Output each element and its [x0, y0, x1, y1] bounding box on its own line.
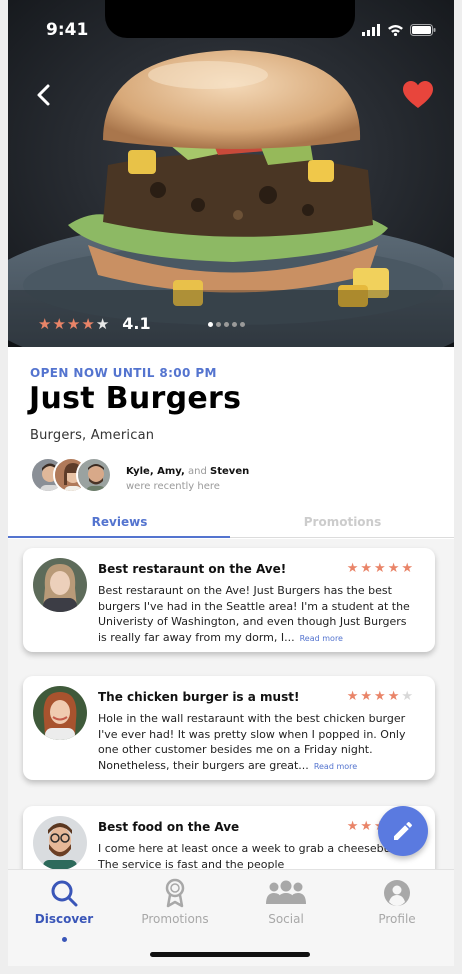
pager-dot[interactable]: [216, 322, 221, 327]
active-tab-indicator: [8, 536, 230, 538]
friends-subtitle: were recently here: [126, 481, 220, 492]
review-body: Best restaraunt on the Ave! Just Burgers…: [98, 583, 418, 646]
hero-image[interactable]: 9:41 ★★★★★ 4.1: [8, 0, 454, 347]
write-review-button[interactable]: [378, 806, 428, 856]
nav-label: Profile: [378, 912, 416, 926]
pencil-icon: [394, 822, 412, 840]
star-filled-icon: ★: [374, 689, 388, 704]
restaurant-name: Just Burgers: [29, 381, 242, 416]
star-empty-icon: ★: [95, 314, 111, 333]
battery-icon: [410, 24, 436, 36]
review-stars: ★★★★★: [347, 689, 415, 704]
friend-names: Kyle, Amy,: [126, 466, 185, 477]
phone-screen: 9:41 ★★★★★ 4.1 OPEN NOW UNTIL 8:00 PM Ju…: [8, 0, 454, 966]
review-text: Hole in the wall restaraunt with the bes…: [98, 712, 406, 772]
star-filled-icon: ★: [374, 561, 388, 576]
star-filled-icon: ★: [52, 314, 67, 333]
pager-dot[interactable]: [208, 322, 213, 327]
star-filled-icon: ★: [360, 561, 375, 576]
open-status: OPEN NOW UNTIL 8:00 PM: [30, 366, 217, 380]
back-button[interactable]: [30, 80, 58, 110]
nav-discover[interactable]: Discover: [8, 878, 120, 926]
rating-value: 4.1: [122, 314, 151, 333]
review-title: Best restaraunt on the Ave!: [98, 562, 287, 576]
people-icon: [266, 880, 306, 904]
star-filled-icon: ★: [81, 314, 96, 333]
hero-rating: ★★★★★ 4.1: [38, 314, 151, 333]
favorite-button[interactable]: [402, 80, 434, 110]
friend-avatars[interactable]: [30, 457, 112, 493]
pager-dot[interactable]: [224, 322, 229, 327]
nav-social[interactable]: Social: [230, 878, 342, 926]
image-pager-dots[interactable]: [208, 322, 245, 327]
review-title: The chicken burger is a must!: [98, 690, 300, 704]
search-icon: [51, 880, 78, 907]
pager-dot[interactable]: [240, 322, 245, 327]
friends-visited: Kyle, Amy, and Steven were recently here: [126, 464, 249, 494]
chevron-left-icon: [37, 84, 50, 106]
home-indicator[interactable]: [150, 952, 310, 957]
burger-photo: [8, 0, 454, 347]
wifi-icon: [388, 25, 403, 36]
nav-profile[interactable]: Profile: [341, 878, 453, 926]
tab-reviews[interactable]: Reviews: [8, 515, 231, 529]
avatar: [76, 457, 112, 493]
reviewer-avatar: [33, 558, 87, 612]
user-icon: [384, 880, 410, 906]
star-filled-icon: ★: [387, 689, 402, 704]
read-more-link[interactable]: Read more: [314, 762, 357, 771]
star-filled-icon: ★: [66, 314, 82, 333]
review-card[interactable]: Best food on the Ave ★★★★★ I come here a…: [23, 806, 435, 869]
review-card[interactable]: The chicken burger is a must! ★★★★★ Hole…: [23, 676, 435, 780]
review-title: Best food on the Ave: [98, 820, 240, 834]
tab-promotions[interactable]: Promotions: [231, 515, 454, 529]
review-card[interactable]: Best restaraunt on the Ave! ★★★★★ Best r…: [23, 548, 435, 652]
tab-bar: Reviews Promotions: [8, 508, 454, 538]
cuisine-label: Burgers, American: [30, 428, 155, 443]
signal-icon: [362, 24, 380, 36]
nav-promotions[interactable]: Promotions: [119, 878, 231, 926]
star-filled-icon: ★: [346, 561, 361, 576]
review-stars: ★★★★★: [347, 561, 415, 576]
review-text: Best restaraunt on the Ave! Just Burgers…: [98, 584, 410, 644]
review-text: I come here at least once a week to grab…: [98, 842, 416, 869]
reviewer-avatar: [33, 816, 87, 869]
reviewer-avatar: [33, 686, 87, 740]
pager-dot[interactable]: [232, 322, 237, 327]
heart-icon: [403, 81, 433, 108]
star-empty-icon: ★: [401, 689, 415, 704]
nav-label: Discover: [34, 912, 94, 926]
nav-label: Promotions: [141, 912, 209, 926]
status-time: 9:41: [46, 20, 89, 40]
star-filled-icon: ★: [387, 561, 402, 576]
read-more-link[interactable]: Read more: [300, 634, 343, 643]
status-icons: [362, 24, 436, 36]
and-word: and: [188, 466, 207, 477]
star-filled-icon: ★: [346, 689, 361, 704]
star-filled-icon: ★: [38, 314, 53, 333]
active-nav-dot: [62, 937, 67, 942]
star-filled-icon: ★: [346, 819, 361, 834]
star-filled-icon: ★: [401, 561, 415, 576]
star-filled-icon: ★: [360, 689, 375, 704]
award-icon: [165, 878, 185, 908]
nav-label: Social: [268, 912, 304, 926]
star-filled-icon: ★: [360, 819, 375, 834]
review-body: Hole in the wall restaraunt with the bes…: [98, 711, 418, 774]
rating-stars: ★★★★★: [38, 315, 110, 333]
friend-name-last: Steven: [210, 466, 250, 477]
device-notch: [105, 0, 355, 38]
review-body: I come here at least once a week to grab…: [98, 841, 418, 869]
